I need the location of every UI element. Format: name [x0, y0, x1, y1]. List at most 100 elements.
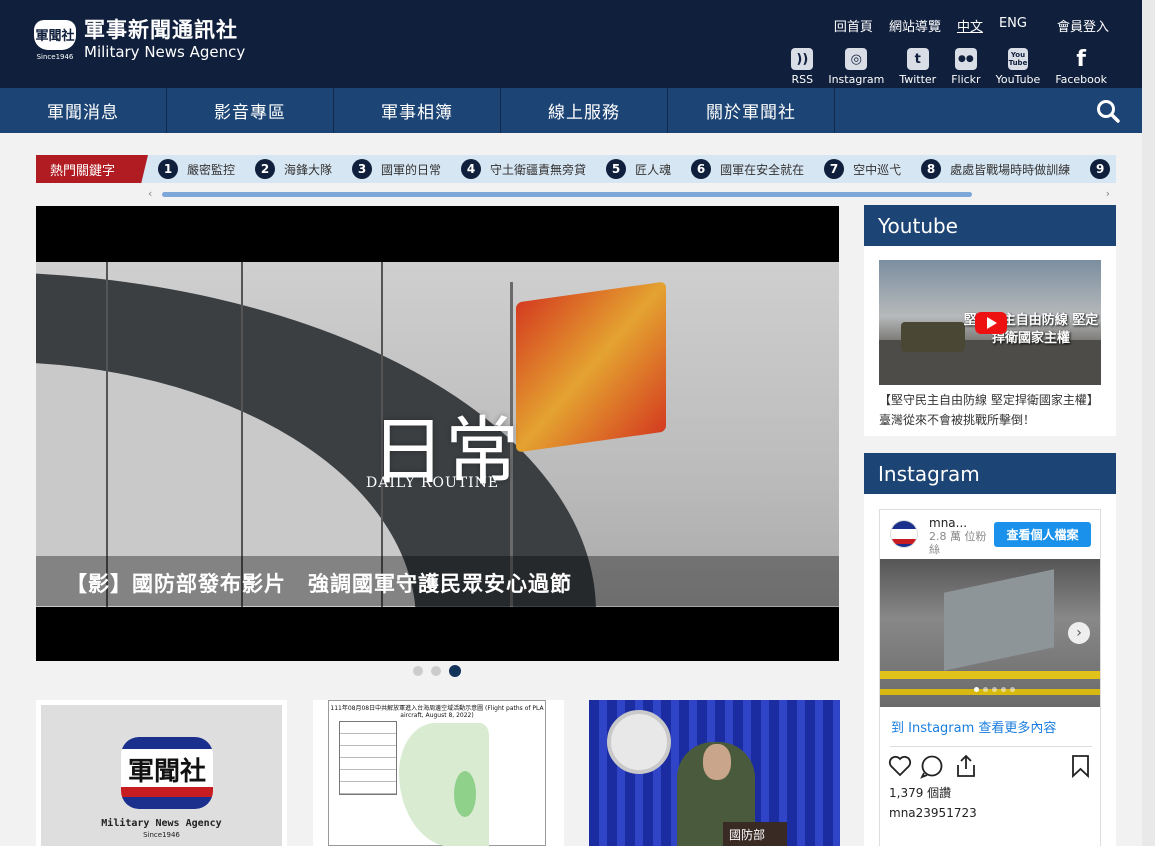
logo-since: Since1946	[36, 53, 74, 61]
divider	[890, 746, 1092, 747]
hot-keyword[interactable]: 1 嚴密監控	[158, 159, 235, 179]
press-podium: 國防部	[723, 822, 787, 846]
nav-item-news[interactable]: 軍聞消息	[0, 88, 167, 133]
hot-keywords-bar: 熱門關鍵字 1 嚴密監控 2 海鋒大隊 3 國軍的日常 4 守土衛疆責無旁貸 5 匠人魂 …	[36, 155, 1116, 183]
rss-link[interactable]: )) RSS	[791, 48, 814, 86]
comment-icon[interactable]	[920, 755, 943, 779]
chevron-right-icon[interactable]: ›	[1068, 622, 1090, 644]
banner-flag	[516, 281, 666, 453]
bookmark-icon[interactable]	[1072, 755, 1089, 779]
nav-item-about[interactable]: 關於軍聞社	[668, 88, 835, 133]
home-link[interactable]: 回首頁	[834, 16, 873, 35]
facebook-icon: f	[1076, 46, 1086, 72]
rss-icon: ))	[791, 48, 814, 70]
post-carousel-dots	[974, 687, 1015, 692]
map-title: 111年08月08日中共解放軍進入台海周邊空域活動示意圖 (Flight pat…	[330, 705, 544, 719]
instagram-action-icons	[888, 754, 1089, 779]
hot-keyword[interactable]: 7 空中巡弋	[824, 159, 901, 179]
instagram-more-link[interactable]: 到 Instagram 查看更多內容	[891, 717, 1056, 736]
banner-caption[interactable]: 【影】國防部發布影片 強調國軍守護民眾安心過節	[66, 568, 572, 598]
youtube-video-thumbnail[interactable]: 堅守民主自由防線 堅定捍衛國家主權	[879, 260, 1101, 385]
banner-dot-active[interactable]	[449, 665, 461, 677]
instagram-label: Instagram	[828, 73, 885, 86]
youtube-link[interactable]: You Tube YouTube	[996, 48, 1040, 86]
hot-keyword-text: 海鋒大隊	[284, 162, 333, 177]
search-icon[interactable]	[1095, 98, 1121, 124]
instagram-embed: mna... 2.8 萬 位粉絲 查看個人檔案 › 到 Instagram 查看…	[879, 509, 1101, 846]
site-logo[interactable]: 軍聞社 Since1946 軍事新聞通訊社 Military News Agen…	[34, 18, 245, 62]
banner-dot[interactable]	[431, 666, 441, 676]
flickr-link[interactable]: ●● Flickr	[951, 48, 981, 86]
instagram-account-name[interactable]: mna...	[929, 516, 967, 530]
hot-keyword[interactable]: 5 匠人魂	[606, 159, 671, 179]
facebook-link[interactable]: f Facebook	[1055, 46, 1107, 87]
view-profile-button[interactable]: 查看個人檔案	[994, 522, 1091, 547]
instagram-panel: Instagram mna... 2.8 萬 位粉絲 查看個人檔案 › 到 In…	[864, 453, 1116, 846]
member-login-link[interactable]: 會員登入	[1057, 16, 1109, 35]
hot-keyword-number: 6	[691, 159, 712, 179]
instagram-followers: 2.8 萬 位粉絲	[929, 530, 987, 556]
lang-zh-link[interactable]: 中文	[957, 16, 983, 35]
logo-text: 軍事新聞通訊社 Military News Agency	[84, 18, 245, 62]
scroll-thumb[interactable]	[162, 192, 972, 197]
nav-item-video[interactable]: 影音專區	[167, 88, 334, 133]
instagram-avatar[interactable]	[890, 520, 918, 548]
hot-keyword-number: 5	[606, 159, 627, 179]
flickr-label: Flickr	[951, 73, 981, 86]
hot-keywords-scrollbar[interactable]: ‹ ›	[148, 187, 1110, 200]
page-scrollbar[interactable]	[1142, 0, 1155, 846]
twitter-link[interactable]: t Twitter	[899, 48, 936, 86]
flickr-icon: ●●	[954, 48, 977, 70]
mnd-emblem	[607, 710, 671, 774]
sitemap-link[interactable]: 網站導覽	[889, 16, 941, 35]
mna-logo-since: Since1946	[143, 831, 180, 839]
map-taiwan	[454, 771, 476, 817]
instagram-link[interactable]: ◎ Instagram	[828, 48, 884, 86]
share-icon[interactable]	[957, 754, 975, 777]
news-card[interactable]: 111年08月08日中共解放軍進入台海周邊空域活動示意圖 (Flight pat…	[313, 700, 564, 846]
top-links: 回首頁 網站導覽 中文 ENG 會員登入	[818, 16, 1109, 35]
hot-keyword[interactable]: 2 海鋒大隊	[255, 159, 332, 179]
play-icon[interactable]	[975, 312, 1007, 334]
news-card[interactable]: 國防部	[589, 700, 840, 846]
nav-item-services[interactable]: 線上服務	[501, 88, 668, 133]
main-banner[interactable]: 日常 DAILY ROUTINE 【影】國防部發布影片 強調國軍守護民眾安心過節	[36, 206, 839, 661]
news-card-image: 軍聞社 Military News Agency Since1946	[41, 705, 282, 846]
hot-keyword-number: 9	[1090, 159, 1111, 179]
thumb-tank	[901, 322, 965, 352]
scroll-right-icon[interactable]: ›	[1106, 187, 1110, 200]
mna-logo-en: Military News Agency	[101, 818, 222, 829]
twitter-label: Twitter	[899, 73, 937, 86]
social-links: )) RSS ◎ Instagram t Twitter ●● Flickr Y…	[776, 46, 1107, 87]
post-rail	[880, 671, 1100, 679]
hot-keyword-number: 8	[921, 159, 942, 179]
site-header: 軍聞社 Since1946 軍事新聞通訊社 Military News Agen…	[0, 0, 1155, 88]
heart-icon[interactable]	[888, 755, 912, 777]
nav-item-album[interactable]: 軍事相簿	[334, 88, 501, 133]
hot-keyword[interactable]: 9	[1090, 159, 1116, 179]
post-crate	[944, 569, 1054, 671]
hot-keyword[interactable]: 4 守土衛疆責無旁貸	[461, 159, 586, 179]
lang-en-link[interactable]: ENG	[999, 16, 1027, 35]
youtube-video-title[interactable]: 【堅守民主自由防線 堅定捍衛國家主權】臺灣從來不會被挑戰所擊倒！	[879, 390, 1104, 430]
hot-keyword-text: 匠人魂	[635, 162, 672, 177]
instagram-heading: Instagram	[864, 453, 1116, 494]
hot-keyword-text: 處處皆戰場時時做訓練	[950, 162, 1071, 177]
banner-overlay-subtitle: DAILY ROUTINE	[366, 475, 500, 491]
logo-title-en: Military News Agency	[84, 43, 246, 61]
map-mainland	[399, 723, 489, 846]
hot-keyword[interactable]: 3 國軍的日常	[352, 159, 441, 179]
scroll-left-icon[interactable]: ‹	[148, 187, 152, 200]
logo-flag: 軍聞社	[34, 20, 76, 50]
hot-keyword[interactable]: 6 國軍在安全就在	[691, 159, 804, 179]
hot-keywords-list: 1 嚴密監控 2 海鋒大隊 3 國軍的日常 4 守土衛疆責無旁貸 5 匠人魂 6 國軍在安全…	[148, 155, 1116, 183]
news-card[interactable]: 軍聞社 Military News Agency Since1946	[36, 700, 287, 846]
instagram-username[interactable]: mna23951723	[889, 806, 977, 820]
hot-keyword[interactable]: 8 處處皆戰場時時做訓練	[921, 159, 1070, 179]
hot-keyword-number: 3	[352, 159, 373, 179]
instagram-post-image[interactable]: ›	[880, 559, 1100, 707]
youtube-panel: Youtube 堅守民主自由防線 堅定捍衛國家主權 【堅守民主自由防線 堅定捍衛…	[864, 205, 1116, 436]
hot-keyword-number: 2	[255, 159, 276, 179]
rss-label: RSS	[791, 73, 814, 86]
banner-dot[interactable]	[413, 666, 423, 676]
